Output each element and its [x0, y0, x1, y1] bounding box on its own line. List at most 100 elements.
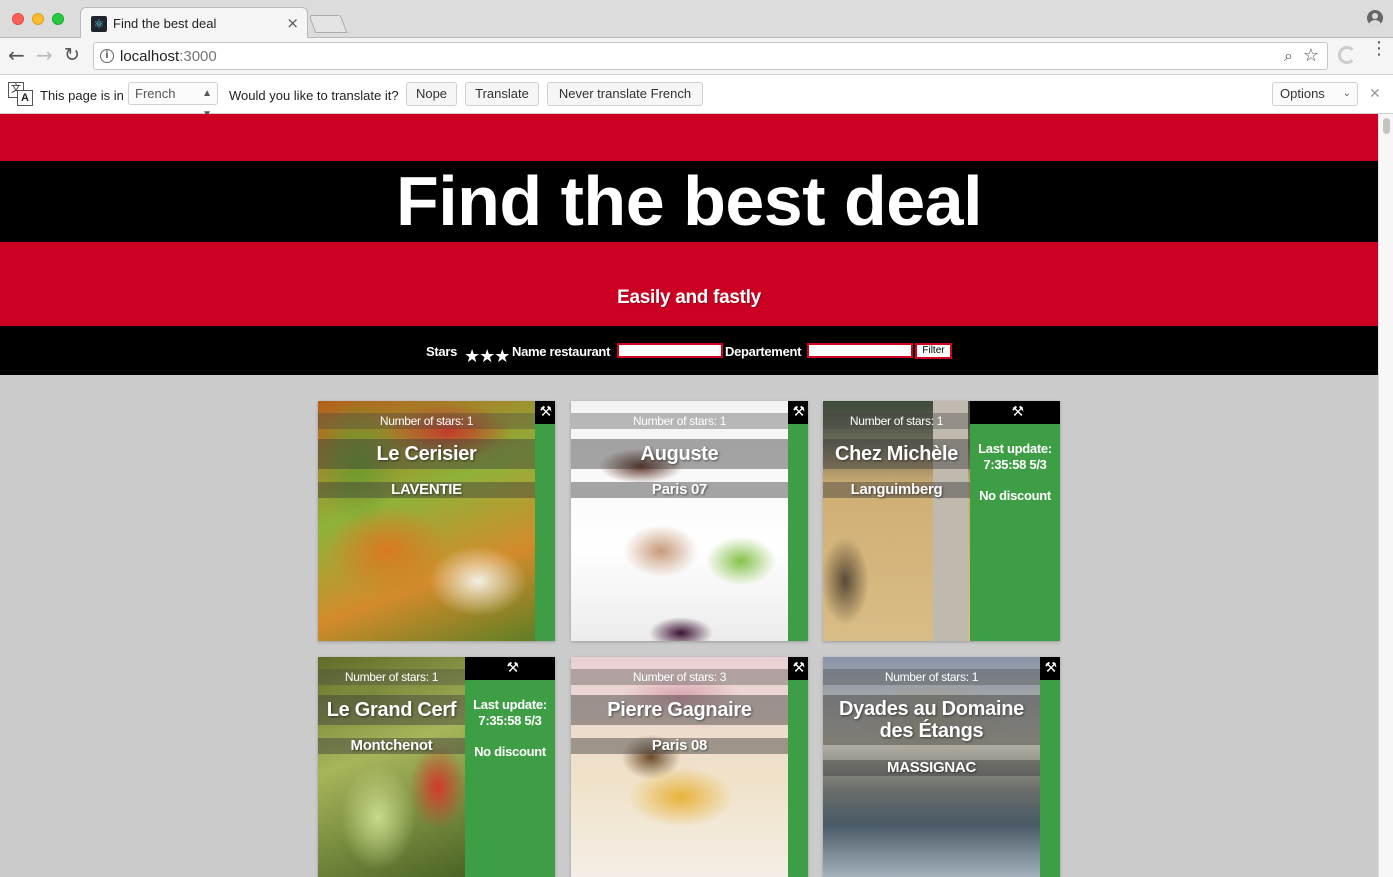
page-subtitle: Easily and fastly: [617, 287, 761, 308]
discount-status: No discount: [474, 744, 546, 759]
chevron-down-icon: ⌄: [1342, 88, 1351, 99]
restaurant-photo: Number of stars: 1 Chez Michèle Languimb…: [823, 401, 970, 641]
url-text[interactable]: localhost:3000: [120, 48, 217, 65]
discount-status: No discount: [979, 488, 1051, 503]
options-select-value: Options: [1280, 86, 1325, 101]
restaurant-card[interactable]: Number of stars: 3 Pierre Gagnaire Paris…: [571, 657, 808, 877]
browser-toolbar: ← → ↻ i localhost:3000 ⌕ ☆ ⋮: [0, 38, 1393, 75]
translate-button[interactable]: Translate: [465, 82, 539, 106]
back-arrow-icon[interactable]: ←: [8, 44, 25, 66]
stars-count: Number of stars: 1: [823, 669, 1040, 685]
name-restaurant-input[interactable]: [617, 343, 723, 358]
url-port: :3000: [179, 48, 217, 65]
restaurant-photo: Number of stars: 1 Le Grand Cerf Montche…: [318, 657, 465, 877]
name-restaurant-label: Name restaurant: [512, 344, 611, 359]
page-title: Find the best deal: [395, 162, 983, 240]
menu-icon[interactable]: ⋮: [1370, 40, 1388, 58]
restaurant-photo: Number of stars: 3 Pierre Gagnaire Paris…: [571, 657, 788, 877]
never-translate-button[interactable]: Never translate French: [547, 82, 703, 106]
discount-panel: ⚒: [788, 657, 808, 877]
restaurant-card[interactable]: Number of stars: 1 Le Cerisier LAVENTIE …: [318, 401, 555, 641]
tab-title: Find the best deal: [113, 16, 217, 31]
last-update: Last update: 7:35:58 5/3: [473, 697, 547, 728]
restaurant-name: Auguste: [571, 439, 788, 469]
window-minimize-button[interactable]: [32, 13, 44, 25]
restaurant-card[interactable]: Number of stars: 1 Le Grand Cerf Montche…: [318, 657, 555, 877]
hero-bottom-band: Easily and fastly: [0, 242, 1378, 326]
departement-label: Departement: [725, 344, 802, 359]
restaurant-city: Languimberg: [823, 482, 970, 498]
discount-panel-header: ⚒: [535, 401, 555, 424]
browser-tab[interactable]: ⚛ Find the best deal ×: [80, 7, 308, 39]
close-icon[interactable]: ✕: [1369, 86, 1381, 102]
window-close-button[interactable]: [12, 13, 24, 25]
discount-panel-header: ⚒: [465, 657, 555, 680]
discount-panel-header: ⚒: [970, 401, 1060, 424]
discount-panel: ⚒: [1040, 657, 1060, 877]
profile-icon[interactable]: [1367, 10, 1383, 26]
wrench-icon[interactable]: ⚒: [506, 659, 519, 677]
react-favicon-icon: ⚛: [91, 16, 107, 32]
restaurant-card[interactable]: Number of stars: 1 Auguste Paris 07 ⚒: [571, 401, 808, 641]
wrench-icon[interactable]: ⚒: [1011, 403, 1024, 421]
stars-count: Number of stars: 1: [823, 413, 970, 429]
restaurant-city: Paris 07: [571, 482, 788, 498]
restaurant-photo: Number of stars: 1 Le Cerisier LAVENTIE: [318, 401, 535, 641]
wrench-icon[interactable]: ⚒: [539, 403, 552, 421]
stars-count: Number of stars: 1: [571, 413, 788, 429]
options-select[interactable]: Options ⌄: [1272, 82, 1358, 106]
stars-rating-input[interactable]: ★★★: [464, 346, 510, 367]
discount-panel-header: ⚒: [788, 401, 808, 424]
url-host: localhost: [120, 48, 180, 65]
language-select[interactable]: French ▲▼: [128, 82, 218, 120]
page-scrollbar[interactable]: [1378, 114, 1393, 877]
restaurant-name: Le Grand Cerf: [318, 695, 465, 725]
discount-panel: ⚒ Last update: 7:35:58 5/3 No discount: [465, 657, 555, 877]
stars-count: Number of stars: 1: [318, 669, 465, 685]
zoom-icon[interactable]: ⌕: [1284, 46, 1293, 66]
discount-panel: ⚒: [788, 401, 808, 641]
info-icon[interactable]: i: [100, 49, 114, 63]
restaurant-name: Le Cerisier: [318, 439, 535, 469]
discount-panel: ⚒ Last update: 7:35:58 5/3 No discount: [970, 401, 1060, 641]
restaurant-name: Pierre Gagnaire: [571, 695, 788, 725]
restaurant-city: LAVENTIE: [318, 482, 535, 498]
restaurant-city: Paris 08: [571, 738, 788, 754]
nope-button[interactable]: Nope: [406, 82, 457, 106]
new-tab-button[interactable]: [308, 15, 348, 33]
restaurant-card[interactable]: Number of stars: 1 Dyades au Domaine des…: [823, 657, 1060, 877]
hero-top-band: [0, 114, 1378, 161]
browser-tab-bar: ⚛ Find the best deal ×: [0, 0, 1393, 39]
language-select-value: French: [135, 86, 176, 101]
discount-panel: ⚒: [535, 401, 555, 641]
stars-count: Number of stars: 3: [571, 669, 788, 685]
page-language-label: This page is in: [40, 88, 124, 103]
page-content: Find the best deal Easily and fastly Sta…: [0, 114, 1378, 877]
hero-title-band: Find the best deal: [0, 161, 1378, 242]
stars-label: Stars: [426, 344, 458, 359]
tab-close-icon[interactable]: ×: [286, 14, 299, 32]
wrench-icon[interactable]: ⚒: [792, 403, 805, 421]
reload-icon[interactable]: ↻: [64, 44, 80, 66]
scrollbar-thumb[interactable]: [1383, 118, 1390, 134]
last-update: Last update: 7:35:58 5/3: [978, 441, 1052, 472]
restaurant-city: Montchenot: [318, 738, 465, 754]
departement-input[interactable]: [807, 343, 913, 358]
filter-button[interactable]: Filter: [915, 343, 952, 359]
restaurant-photo: Number of stars: 1 Dyades au Domaine des…: [823, 657, 1040, 877]
restaurant-card[interactable]: Number of stars: 1 Chez Michèle Languimb…: [823, 401, 1060, 641]
restaurant-photo: Number of stars: 1 Auguste Paris 07: [571, 401, 788, 641]
forward-arrow-icon[interactable]: →: [36, 44, 53, 66]
translate-question: Would you like to translate it?: [229, 88, 399, 103]
discount-panel-header: ⚒: [788, 657, 808, 680]
extension-icon[interactable]: [1338, 46, 1356, 64]
wrench-icon[interactable]: ⚒: [1044, 659, 1057, 677]
restaurant-city: MASSIGNAC: [823, 760, 1040, 776]
bookmark-star-icon[interactable]: ☆: [1303, 45, 1319, 66]
window-maximize-button[interactable]: [52, 13, 64, 25]
wrench-icon[interactable]: ⚒: [792, 659, 805, 677]
translate-bar: 文 A This page is in French ▲▼ Would you …: [0, 75, 1393, 120]
translate-icon: 文 A: [8, 82, 34, 106]
address-bar[interactable]: i localhost:3000 ⌕ ☆: [93, 42, 1328, 70]
stars-count: Number of stars: 1: [318, 413, 535, 429]
